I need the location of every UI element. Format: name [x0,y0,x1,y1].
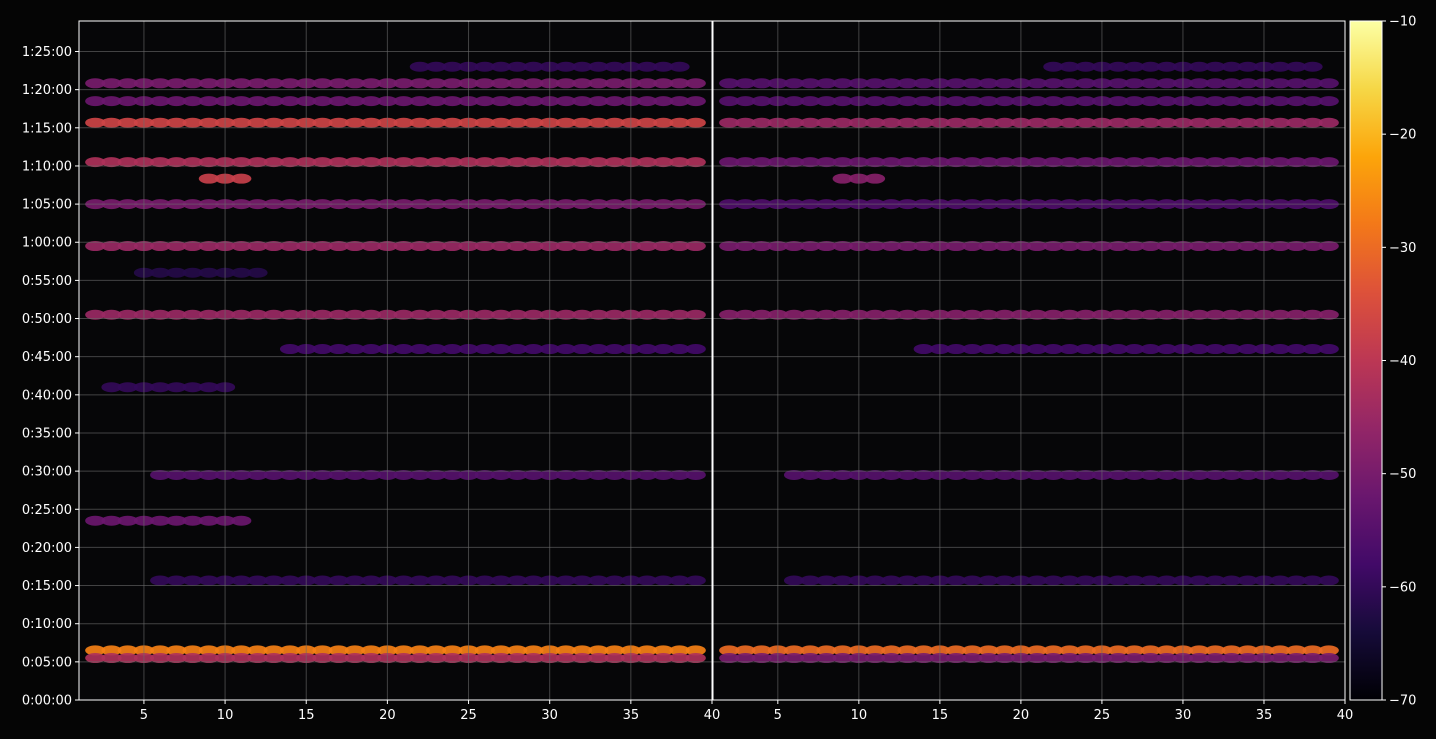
y-tick-label: 0:05:00 [22,655,72,670]
colorbar-tick-label: −20 [1389,128,1416,143]
colorbar-tick-label: −10 [1389,15,1416,30]
y-tick-label: 0:50:00 [22,312,72,327]
x-tick-label: 40 [1337,708,1354,723]
colorbar-tick-label: −30 [1389,241,1416,256]
heatmap-cell [685,117,706,128]
heatmap-cell [685,344,706,355]
x-tick-label: 20 [379,708,396,723]
y-tick-label: 1:20:00 [22,83,72,98]
x-tick-label: 10 [217,708,234,723]
x-tick-label: 30 [541,708,558,723]
heatmap-chart: 5 10 15 20 25 30 35 40 5 10 15 20 25 30 35 40 0:00:00 0:0… [22,15,1417,724]
heatmap-cell [685,78,706,89]
colorbar-gradient [1349,20,1383,701]
heatmap-cell [1318,344,1339,355]
x-tick-label: 30 [1175,708,1192,723]
y-tick-label: 0:45:00 [22,350,72,365]
heatmap-cell [865,173,886,184]
heatmap-cell [669,61,690,72]
y-tick-label: 1:15:00 [22,121,72,136]
colorbar-tick-label: −40 [1389,354,1416,369]
heatmap-cell [1302,61,1323,72]
y-tick-label: 1:10:00 [22,159,72,174]
heatmap-cell [685,575,706,586]
x-tick-label: 10 [851,708,868,723]
heatmap-cell [1318,575,1339,586]
y-tick-label: 0:35:00 [22,426,72,441]
y-tick-label: 0:40:00 [22,388,72,403]
y-tick-label: 0:10:00 [22,617,72,632]
y-tick-label: 0:55:00 [22,274,72,289]
colorbar: −10 −20 −30 −40 −50 −60 −70 [1349,15,1416,709]
x-tick-label: 40 [704,708,721,723]
heatmap-cell [1318,96,1339,107]
x-tick-label: 35 [623,708,640,723]
y-tick-label: 0:30:00 [22,465,72,480]
y-tick-label: 1:25:00 [22,45,72,60]
x-tick-label: 20 [1013,708,1030,723]
x-tick-label: 35 [1256,708,1273,723]
colorbar-tick-label: −60 [1389,580,1416,595]
heatmap-cell [231,515,252,526]
y-tick-label: 0:15:00 [22,579,72,594]
heatmap-cell [1318,117,1339,128]
x-tick-label: 25 [1094,708,1111,723]
heatmap-cell [231,173,252,184]
heatmap-cell [247,267,268,278]
colorbar-tick-label: −50 [1389,467,1416,482]
x-tick-label: 15 [932,708,949,723]
x-tick-label: 5 [140,708,148,723]
y-tick-label: 0:20:00 [22,541,72,556]
heatmap-cell [1318,78,1339,89]
y-tick-label: 1:00:00 [22,236,72,251]
x-tick-label: 15 [298,708,315,723]
x-tick-label: 5 [774,708,782,723]
colorbar-tick-label: −70 [1389,694,1416,709]
x-tick-label: 25 [460,708,477,723]
y-tick-label: 0:25:00 [22,503,72,518]
heatmap-cell [685,96,706,107]
y-tick-label: 0:00:00 [22,694,72,709]
y-tick-label: 1:05:00 [22,198,72,213]
